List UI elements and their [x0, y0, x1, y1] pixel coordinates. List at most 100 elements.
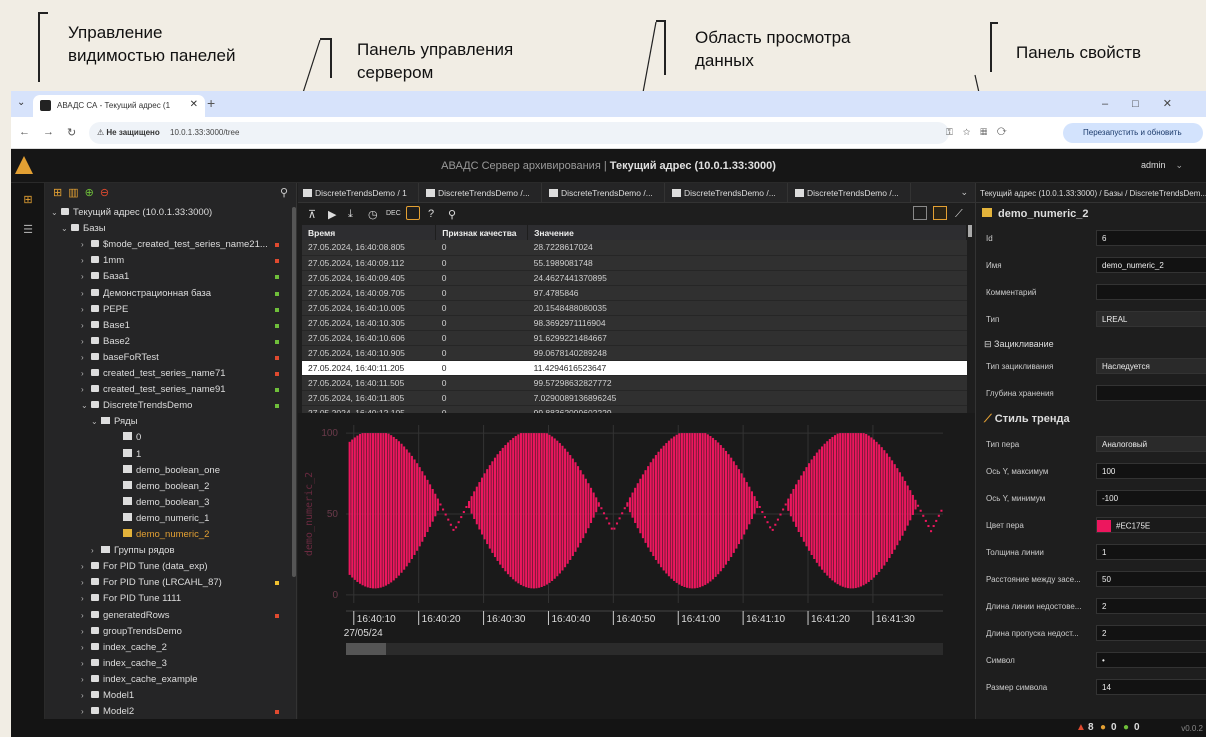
- property-value-field[interactable]: Наследуется: [1096, 358, 1206, 374]
- table-row[interactable]: 27.05.2024, 16:40:09.405 0 24.462744137089…: [302, 270, 967, 286]
- tree-item-base[interactable]: › generatedRows: [45, 608, 285, 624]
- tree-item-base[interactable]: › For PID Tune (LRCAHL_87): [45, 575, 285, 591]
- tree-item-series[interactable]: demo_boolean_3: [45, 495, 285, 511]
- tree-item-series[interactable]: 1: [45, 447, 285, 463]
- split-view-icon[interactable]: [933, 206, 947, 220]
- forward-icon[interactable]: →: [43, 126, 54, 138]
- zoom-icon[interactable]: ⚲: [448, 208, 456, 221]
- tree-item-base[interactable]: › База1: [45, 269, 285, 285]
- tree-item-base[interactable]: › For PID Tune (data_exp): [45, 559, 285, 575]
- property-value-field[interactable]: 100: [1096, 463, 1206, 479]
- table-row[interactable]: 27.05.2024, 16:40:08.805 0 28.7228617024: [302, 240, 967, 256]
- loop-section-header[interactable]: ⊟ Зацикливание: [984, 339, 1054, 350]
- trend-section-header[interactable]: ⟋ Стиль тренда: [984, 413, 1070, 426]
- tree-item-series[interactable]: demo_numeric_1: [45, 511, 285, 527]
- chevron-right-icon[interactable]: ›: [81, 591, 91, 607]
- refresh-icon[interactable]: [406, 206, 420, 220]
- chart-icon[interactable]: ▥: [68, 187, 84, 199]
- chevron-down-icon[interactable]: ⌄: [91, 414, 101, 430]
- address-bar-icons[interactable]: ⚿☆▦⟳: [946, 127, 1017, 138]
- tree-item-base[interactable]: › $mode_created_test_series_name21...: [45, 237, 285, 253]
- clock-icon[interactable]: ◷: [368, 208, 378, 221]
- tab-data[interactable]: DiscreteTrendsDemo /...: [544, 183, 665, 203]
- property-value-field[interactable]: 50: [1096, 571, 1206, 587]
- table-row[interactable]: 27.05.2024, 16:40:09.112 0 55.1989081748: [302, 255, 967, 271]
- table-scrollbar[interactable]: [968, 225, 972, 237]
- chevron-down-icon[interactable]: ⌄: [61, 221, 71, 237]
- chevron-right-icon[interactable]: ›: [81, 640, 91, 656]
- help-icon[interactable]: ?: [428, 208, 434, 220]
- chevron-right-icon[interactable]: ›: [81, 575, 91, 591]
- property-value-field[interactable]: 6: [1096, 230, 1206, 246]
- table-view-icon[interactable]: [913, 206, 927, 220]
- user-menu[interactable]: admin ⌄: [1141, 160, 1183, 171]
- tree-item-base[interactable]: › index_cache_3: [45, 656, 285, 672]
- download-icon[interactable]: ⤓: [348, 208, 353, 221]
- tree-item-series[interactable]: demo_numeric_2: [45, 527, 285, 543]
- tree-item-base[interactable]: › created_test_series_name71: [45, 366, 285, 382]
- tree-panel-toggle-icon[interactable]: ⊞: [21, 193, 35, 206]
- chevron-right-icon[interactable]: ›: [81, 302, 91, 318]
- property-value-field[interactable]: 2: [1096, 625, 1206, 641]
- column-header[interactable]: Время: [302, 225, 437, 240]
- chevron-right-icon[interactable]: ›: [81, 286, 91, 302]
- add-icon[interactable]: ⊕: [85, 187, 100, 199]
- tree-item-base[interactable]: › Base1: [45, 318, 285, 334]
- chart-scrollbar[interactable]: [346, 643, 943, 655]
- chevron-right-icon[interactable]: ›: [81, 608, 91, 624]
- chevron-right-icon[interactable]: ›: [81, 624, 91, 640]
- table-row[interactable]: 27.05.2024, 16:40:10.305 0 98.369297111690…: [302, 315, 967, 331]
- property-value-field[interactable]: #EC175E: [1096, 517, 1206, 533]
- play-icon[interactable]: ▶: [328, 208, 336, 221]
- column-header[interactable]: Значение: [527, 225, 967, 240]
- property-value-field[interactable]: •: [1096, 652, 1206, 668]
- back-icon[interactable]: ←: [19, 126, 30, 138]
- table-row[interactable]: 27.05.2024, 16:40:11.505 0 99.572986328277…: [302, 375, 967, 391]
- property-value-field[interactable]: LREAL: [1096, 311, 1206, 327]
- warning-icon[interactable]: ▲: [1076, 722, 1086, 733]
- property-value-field[interactable]: Аналоговый: [1096, 436, 1206, 452]
- tree-item-series[interactable]: demo_boolean_one: [45, 463, 285, 479]
- chevron-right-icon[interactable]: ›: [81, 334, 91, 350]
- tree-scrollbar[interactable]: [292, 207, 296, 577]
- tree-item-base[interactable]: › PEPE: [45, 302, 285, 318]
- table-row[interactable]: 27.05.2024, 16:40:10.005 0 20.154848808003…: [302, 300, 967, 316]
- chevron-right-icon[interactable]: ›: [81, 253, 91, 269]
- tree-folder-bases[interactable]: ⌄ Базы: [45, 221, 285, 237]
- tree-folder-rows[interactable]: ⌄ Ряды: [45, 414, 285, 430]
- tab-data[interactable]: DiscreteTrendsDemo / 1: [298, 183, 419, 203]
- tabs-overflow-icon[interactable]: ⌄: [960, 187, 968, 198]
- tree-item-base[interactable]: › index_cache_2: [45, 640, 285, 656]
- url-field[interactable]: ⚠ Не защищено 10.0.1.33:3000/tree: [89, 122, 949, 144]
- property-value-field[interactable]: -100: [1096, 490, 1206, 506]
- tab-data[interactable]: DiscreteTrendsDemo /...: [667, 183, 788, 203]
- tree-root[interactable]: ⌄ Текущий адрес (10.0.1.33:3000): [45, 205, 285, 221]
- ok-icon[interactable]: ●: [1123, 722, 1129, 733]
- tree-item-series[interactable]: 0: [45, 430, 285, 446]
- tree-item-base[interactable]: › Демонстрационная база: [45, 286, 285, 302]
- reload-icon[interactable]: ↻: [67, 126, 76, 139]
- tree-item-base[interactable]: › created_test_series_name91: [45, 382, 285, 398]
- table-row[interactable]: 27.05.2024, 16:40:11.205 0 11.429461652364…: [302, 360, 967, 376]
- chevron-right-icon[interactable]: ›: [81, 656, 91, 672]
- tree-item-base[interactable]: › baseFoRTest: [45, 350, 285, 366]
- tree-item-base[interactable]: › groupTrendsDemo: [45, 624, 285, 640]
- tab-data[interactable]: DiscreteTrendsDemo /...: [790, 183, 911, 203]
- window-controls[interactable]: –□✕: [1102, 97, 1196, 110]
- tree-item-series[interactable]: demo_boolean_2: [45, 479, 285, 495]
- chevron-right-icon[interactable]: ›: [81, 366, 91, 382]
- column-header[interactable]: Признак качества: [435, 225, 529, 240]
- chevron-right-icon[interactable]: ›: [81, 382, 91, 398]
- dec-format-button[interactable]: DEC: [386, 210, 401, 217]
- table-row[interactable]: 27.05.2024, 16:40:10.905 0 99.067814028924…: [302, 345, 967, 361]
- close-tab-icon[interactable]: ✕: [190, 99, 198, 110]
- info-icon[interactable]: ●: [1100, 722, 1106, 733]
- tree-folder-groups[interactable]: › Группы рядов: [45, 543, 285, 559]
- chevron-right-icon[interactable]: ›: [81, 318, 91, 334]
- property-value-field[interactable]: 14: [1096, 679, 1206, 695]
- tree-item-base[interactable]: ⌄ DiscreteTrendsDemo: [45, 398, 285, 414]
- tree-item-base[interactable]: › Model2: [45, 704, 285, 720]
- chevron-right-icon[interactable]: ›: [91, 543, 101, 559]
- grid-icon[interactable]: ⊞: [53, 187, 68, 199]
- chevron-right-icon[interactable]: ›: [81, 269, 91, 285]
